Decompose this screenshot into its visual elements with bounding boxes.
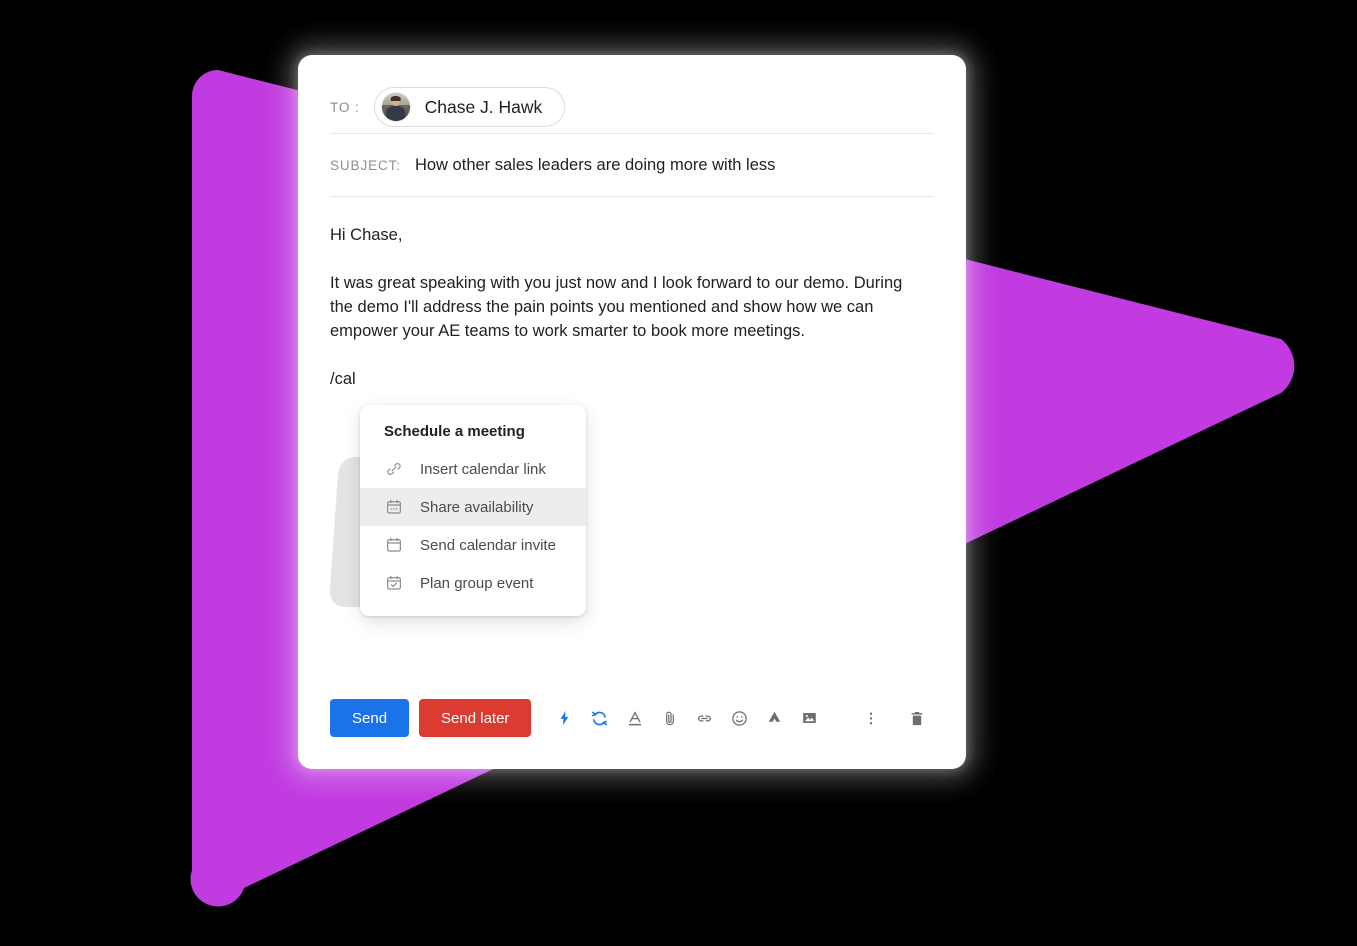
to-label: TO : [330,99,360,115]
lightning-bolt-icon[interactable] [547,701,582,735]
subject-value: How other sales leaders are doing more w… [414,155,776,174]
send-later-button[interactable]: Send later [419,699,532,737]
calendar-dots-icon [384,498,403,517]
menu-item-send-calendar-invite[interactable]: Send calendar invite [360,526,586,564]
subject-row[interactable]: SUBJECT: How other sales leaders are doi… [298,134,966,196]
menu-item-label: Send calendar invite [420,536,556,554]
body-greeting: Hi Chase, [330,226,403,244]
to-row: TO : Chase J. Hawk [298,55,966,133]
slash-menu: Schedule a meeting Insert calendar link [360,405,586,616]
menu-item-insert-calendar-link[interactable]: Insert calendar link [360,450,586,488]
menu-item-plan-group-event[interactable]: Plan group event [360,564,586,602]
avatar [380,92,411,122]
link-icon [384,460,403,479]
subject-label: SUBJECT: [330,157,401,173]
menu-item-label: Share availability [420,498,534,516]
emoji-icon[interactable] [722,701,757,735]
more-options-icon[interactable] [854,701,888,735]
attachment-icon[interactable] [652,701,687,735]
compose-toolbar: Send Send later [298,697,966,769]
delete-draft-icon[interactable] [900,701,934,735]
calendar-check-icon [384,574,403,593]
message-body[interactable]: Hi Chase, It was great speaking with you… [298,197,966,616]
send-button[interactable]: Send [330,699,410,737]
google-drive-icon[interactable] [757,701,792,735]
slash-menu-title: Schedule a meeting [384,423,525,440]
recipient-chip[interactable]: Chase J. Hawk [373,87,566,127]
toolbar-right-group [854,701,934,735]
link-icon[interactable] [687,701,722,735]
insert-image-icon[interactable] [792,701,827,735]
email-compose-card: TO : Chase J. Hawk SUBJECT: How other sa… [298,55,966,769]
toolbar-icon-group [547,701,827,735]
body-paragraph: It was great speaking with you just now … [330,274,903,340]
calendar-icon [384,536,403,555]
text-format-icon[interactable] [617,701,652,735]
menu-item-share-availability[interactable]: Share availability [360,488,586,526]
menu-item-label: Plan group event [420,574,534,592]
sync-loop-icon[interactable] [582,701,617,735]
recipient-name: Chase J. Hawk [424,96,543,117]
slash-command-text: /cal [330,370,356,388]
menu-item-label: Insert calendar link [420,460,546,478]
